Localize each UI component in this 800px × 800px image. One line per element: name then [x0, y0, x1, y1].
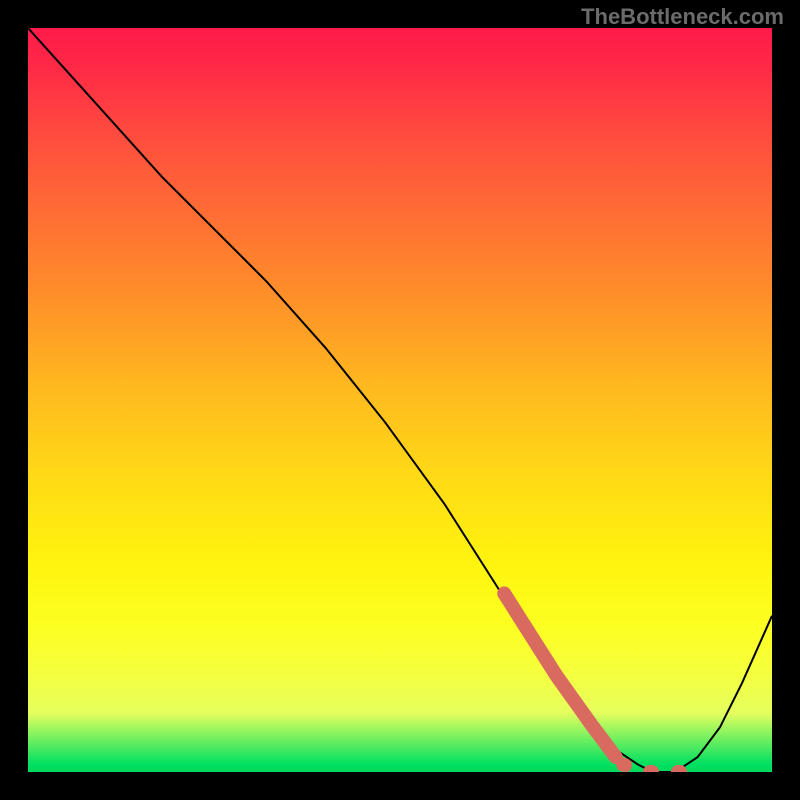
watermark-text: TheBottleneck.com — [581, 4, 784, 30]
chart-plot-area — [28, 28, 772, 772]
highlight-thick-segment — [504, 593, 616, 757]
highlight-dotted-segment — [623, 765, 683, 772]
curve-line — [28, 28, 772, 772]
chart-svg — [28, 28, 772, 772]
